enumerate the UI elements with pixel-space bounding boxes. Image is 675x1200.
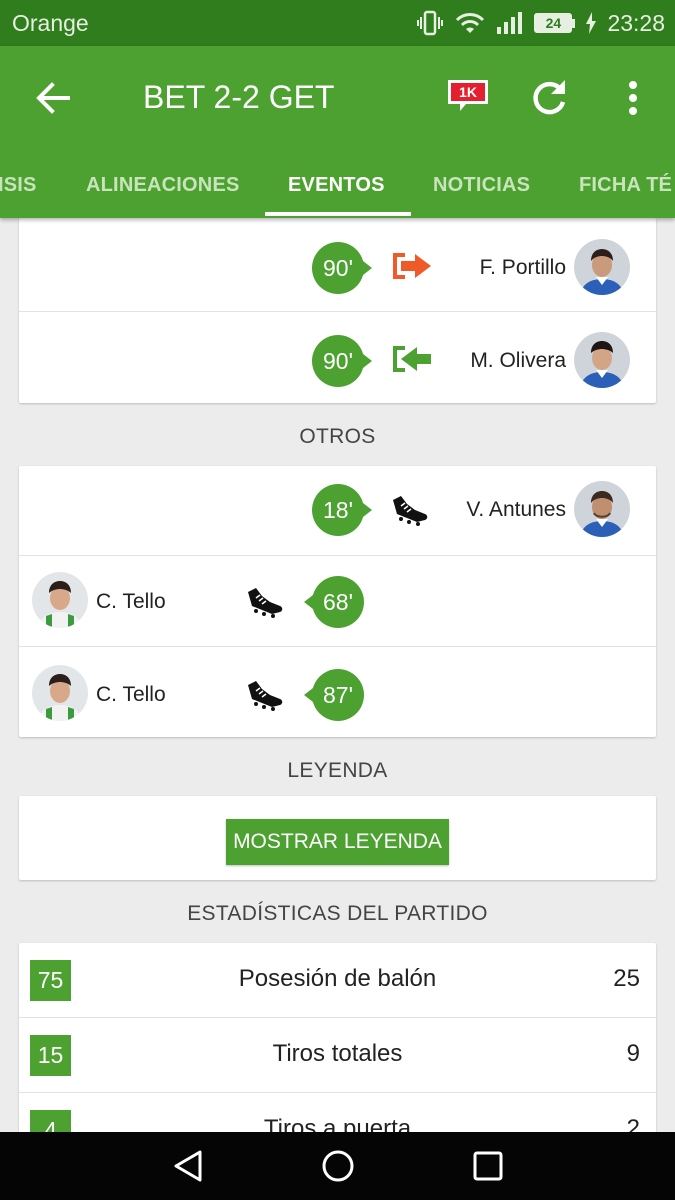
vibrate-icon xyxy=(417,10,444,36)
player-avatar xyxy=(574,481,630,537)
player-name: M. Olivera xyxy=(470,349,566,372)
system-nav-bar xyxy=(0,1132,675,1200)
event-row[interactable]: 18' V. Antunes xyxy=(19,466,656,556)
event-minute: 68' xyxy=(304,576,364,628)
status-icons: 24 23:28 xyxy=(416,8,665,38)
event-minute: 90' xyxy=(312,242,372,294)
boot-icon xyxy=(248,588,283,618)
tab-eventos[interactable]: EVENTOS xyxy=(288,174,385,197)
section-title-otros: OTROS xyxy=(299,425,376,448)
player-avatar xyxy=(574,239,630,295)
app-bar: BET 2-2 GET 1K ISIS ALINEACIONES EVENTOS… xyxy=(0,46,675,218)
back-arrow-icon[interactable] xyxy=(30,76,74,120)
battery-level: 24 xyxy=(534,13,573,33)
leyenda-card: MOSTRAR LEYENDA xyxy=(19,796,656,880)
player-name: V. Antunes xyxy=(466,498,566,521)
charging-icon xyxy=(586,12,597,34)
player-avatar xyxy=(574,332,630,388)
refresh-icon[interactable] xyxy=(527,76,571,120)
stat-away-value: 25 xyxy=(613,965,640,992)
player-avatar xyxy=(32,665,88,721)
more-options-icon[interactable] xyxy=(620,76,646,120)
event-minute: 87' xyxy=(304,669,364,721)
wifi-icon xyxy=(456,13,485,33)
event-row[interactable]: 90' M. Olivera xyxy=(19,312,656,403)
section-title-stats: ESTADÍSTICAS DEL PARTIDO xyxy=(187,902,488,925)
show-legend-button[interactable]: MOSTRAR LEYENDA xyxy=(226,819,449,865)
player-avatar xyxy=(32,572,88,628)
stat-label: Posesión de balón xyxy=(238,965,437,992)
section-title-leyenda: LEYENDA xyxy=(287,759,388,782)
stat-row: 15 Tiros totales 9 xyxy=(19,1018,656,1093)
stats-card: 75 Posesión de balón 25 15 Tiros totales… xyxy=(19,943,656,1143)
nav-recents-icon[interactable] xyxy=(470,1148,506,1184)
event-row[interactable]: C. Tello 68' xyxy=(19,556,656,647)
event-row[interactable]: C. Tello 87' xyxy=(19,647,656,737)
comments-badge-icon[interactable]: 1K xyxy=(446,78,490,112)
player-name: F. Portillo xyxy=(479,256,566,279)
tab-bar: ISIS ALINEACIONES EVENTOS NOTICIAS FICHA… xyxy=(0,154,675,218)
clock: 23:28 xyxy=(607,9,665,36)
stat-label: Tiros totales xyxy=(272,1040,403,1067)
tab-alineaciones[interactable]: ALINEACIONES xyxy=(86,174,240,197)
player-name: C. Tello xyxy=(96,683,166,706)
substitutions-card: 90' F. Portillo 90' M. Olivera xyxy=(19,218,656,403)
status-bar: Orange 24 23:28 xyxy=(0,0,675,46)
event-minute: 90' xyxy=(312,335,372,387)
nav-back-icon[interactable] xyxy=(170,1148,206,1184)
stat-away-value: 9 xyxy=(626,1040,640,1067)
badge-count: 1K xyxy=(459,84,477,100)
carrier-name: Orange xyxy=(12,10,89,36)
event-row[interactable]: 90' F. Portillo xyxy=(19,218,656,312)
otros-card: 18' V. Antunes C. Tello 68' C. Tello 87' xyxy=(19,466,656,737)
battery-icon: 24 xyxy=(534,13,576,33)
substitution-in-icon xyxy=(393,346,431,372)
substitution-out-icon xyxy=(393,253,431,279)
boot-icon xyxy=(248,681,283,711)
tab-noticias[interactable]: NOTICIAS xyxy=(433,174,530,197)
nav-home-icon[interactable] xyxy=(320,1148,356,1184)
event-minute: 18' xyxy=(312,484,372,536)
signal-icon xyxy=(497,12,523,34)
tab-analisis[interactable]: ISIS xyxy=(0,174,37,197)
tab-ficha-tecnica[interactable]: FICHA TÉ xyxy=(579,174,672,197)
match-title: BET 2-2 GET xyxy=(143,79,335,115)
boot-icon xyxy=(393,496,428,526)
stat-row: 75 Posesión de balón 25 xyxy=(19,943,656,1018)
player-name: C. Tello xyxy=(96,590,166,613)
active-tab-indicator xyxy=(265,212,411,216)
